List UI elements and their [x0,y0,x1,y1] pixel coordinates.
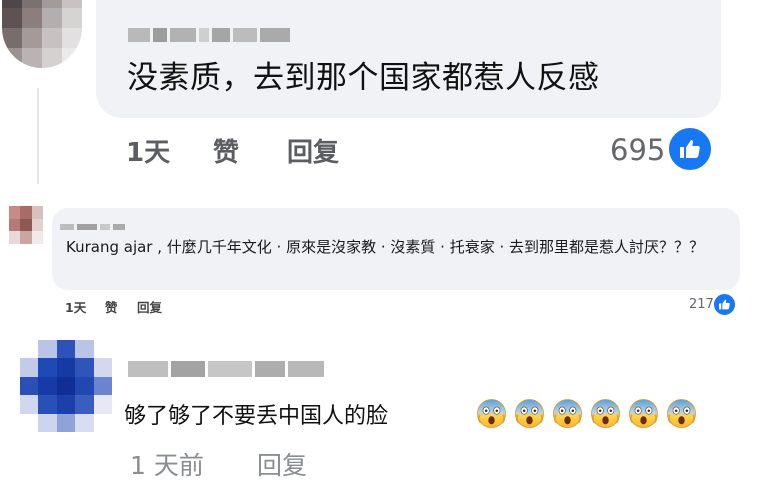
scream-emoji-icon [590,398,621,429]
commenter-avatar[interactable] [9,206,43,244]
emoji-row [476,398,697,429]
commenter-name-blurred[interactable] [128,28,290,42]
like-button[interactable]: 赞 [213,132,239,169]
scream-emoji-icon [552,398,583,429]
comment-timestamp[interactable]: 1 天前 [130,446,204,482]
commenter-name-blurred[interactable] [60,224,125,230]
comment-text: Kurang ajar , 什麼几千年文化 · 原來是沒家教 · 沒素質 · 托… [66,238,704,256]
reply-button[interactable]: 回复 [287,132,339,169]
scream-emoji-icon [628,398,659,429]
thumbs-up-icon[interactable] [713,293,736,316]
comment-text: 够了够了不要丢中国人的脸 [124,404,389,429]
commenter-avatar[interactable] [2,0,82,68]
reaction-count[interactable]: 695 [610,133,665,167]
scream-emoji-icon [666,398,697,429]
commenter-name-blurred[interactable] [128,361,324,377]
reply-thread-line [37,88,39,184]
scream-emoji-icon [514,398,545,429]
scream-emoji-icon [476,398,507,429]
reply-button[interactable]: 回复 [137,297,162,316]
commenter-avatar[interactable] [20,340,112,432]
comment-text: 没素质，去到那个国家都惹人反感 [127,60,600,96]
comment-timestamp[interactable]: 1天 [126,132,170,169]
thumbs-up-icon[interactable] [667,126,713,172]
comment-timestamp[interactable]: 1天 [65,297,86,316]
reaction-count[interactable]: 217 [689,297,714,312]
like-button[interactable]: 赞 [105,297,118,316]
reply-button[interactable]: 回复 [257,446,307,482]
